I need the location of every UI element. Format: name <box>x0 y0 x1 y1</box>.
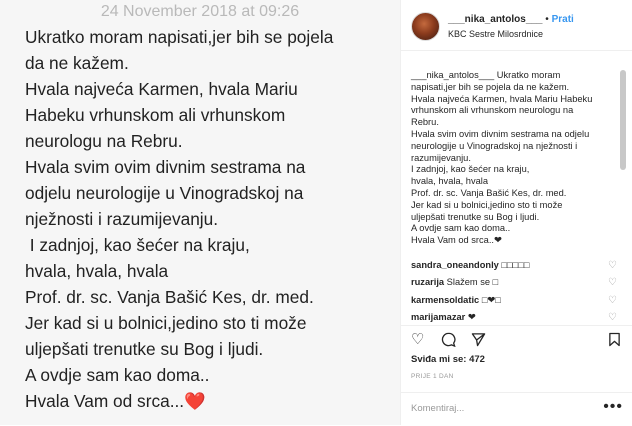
note-line: odjelu neurologije u Vinogradskoj na <box>25 183 304 203</box>
note-timestamp: 24 November 2018 at 09:26 <box>100 3 300 20</box>
note-line: nježnosti i razumijevanju. <box>25 209 219 229</box>
note-line: neurologu na Rebru. <box>25 131 183 151</box>
note-line: Hvala svim ovim divnim sestrama na <box>25 157 306 177</box>
note-line: uljepšati trenutke su Bog i ljudi. <box>25 339 264 359</box>
caption-line: Hvala svim ovim divnim sestrama na odjel… <box>411 128 590 139</box>
comment-text: □□□□□ <box>501 260 530 270</box>
note-line: Hvala Vam od srca... <box>25 391 185 411</box>
post-header: ___nika_antolos___ • Prati KBC Sestre Mi… <box>401 0 632 51</box>
comment-username[interactable]: sandra_oneandonly <box>411 260 499 270</box>
comment-row: sandra_oneandonly □□□□□ ♡ <box>411 260 623 277</box>
post-author: ___nika_antolos___ • Prati <box>448 14 574 25</box>
caption-line: Hvala najveća Karmen, hvala Mariu Habeku <box>411 93 593 104</box>
username-link[interactable]: ___nika_antolos___ <box>448 14 543 25</box>
separator-dot: • <box>545 14 549 25</box>
note-line: Prof. dr. sc. Vanja Bašić Kes, dr. med. <box>25 287 314 307</box>
heart-outline-icon[interactable]: ♡ <box>608 295 617 306</box>
heart-outline-icon[interactable]: ♡ <box>608 260 617 271</box>
heart-icon[interactable]: ♡ <box>411 332 424 347</box>
story-image: 24 November 2018 at 09:26 Ukratko moram … <box>0 0 400 425</box>
avatar[interactable] <box>411 12 440 41</box>
more-options-icon[interactable]: ••• <box>603 398 623 416</box>
comment-text: □❤□ <box>481 294 501 305</box>
comment-row: ruzarija Slažem se □ ♡ <box>411 277 623 294</box>
note-line: A ovdje sam kao doma.. <box>25 365 210 385</box>
likes-count[interactable]: Sviđa mi se: 472 <box>411 354 485 365</box>
caption-line: Prof. dr. sc. Vanja Bašić Kes, dr. med. <box>411 187 567 198</box>
comment-username[interactable]: marijamazar <box>411 312 465 322</box>
comment-row: karmensoldatic □❤□ ♡ <box>411 295 623 312</box>
caption-line: Hvala Vam od srca..❤ <box>411 235 502 246</box>
caption-line: A ovdje sam kao doma.. <box>411 223 511 234</box>
share-icon[interactable] <box>471 332 486 350</box>
heart-outline-icon[interactable]: ♡ <box>608 312 617 323</box>
caption-line: razumijevanju. <box>411 152 471 163</box>
caption-line: Rebru. <box>411 117 439 128</box>
note-line: I zadnjoj, kao šećer na kraju, <box>25 235 250 255</box>
post-panel: ___nika_antolos___ • Prati KBC Sestre Mi… <box>400 0 632 425</box>
caption-line: Jer kad si u bolnici,jedino sto ti može <box>411 199 563 210</box>
action-bar: ♡ <box>401 325 632 350</box>
comment-list: sandra_oneandonly □□□□□ ♡ ruzarija Slaže… <box>411 260 623 329</box>
note-line: da ne kažem. <box>25 53 129 73</box>
caption-line: hvala, hvala, hvala <box>411 176 489 187</box>
caption-line: I zadnjoj, kao šećer na kraju, <box>411 164 530 175</box>
heart-outline-icon[interactable]: ♡ <box>608 277 617 288</box>
comment-input[interactable]: Komentiraj... <box>411 403 464 414</box>
scrollbar[interactable] <box>620 70 626 170</box>
add-comment-bar: Komentiraj... ••• <box>401 392 632 426</box>
comment-text: Slažem se □ <box>446 277 499 288</box>
post-time: PRIJE 1 DAN <box>411 373 454 380</box>
note-text: Ukratko moram napisati,jer bih se pojela… <box>25 24 395 414</box>
note-line: hvala, hvala, hvala <box>25 261 169 281</box>
caption-line: uljepšati trenutke su Bog i ljudi. <box>411 211 540 222</box>
caption-line: neurologije u Vinogradskoj na nježnosti … <box>411 140 578 151</box>
caption: ___nika_antolos___ Ukratko moram napisat… <box>411 70 611 247</box>
location-link[interactable]: KBC Sestre Milosrdnice <box>448 29 543 39</box>
comment-text: ❤ <box>467 311 476 322</box>
follow-button[interactable]: Prati <box>552 14 574 25</box>
note-line: Ukratko moram napisati,jer bih se pojela <box>25 27 334 47</box>
caption-line: napisati,jer bih se pojela da ne kažem. <box>411 81 570 92</box>
comment-username[interactable]: ruzarija <box>411 277 444 287</box>
heart-emoji-icon: ❤️ <box>184 391 206 411</box>
bookmark-icon[interactable] <box>608 332 621 350</box>
note-line: Jer kad si u bolnici,jedino sto ti može <box>25 313 307 333</box>
note-line: Habeku vrhunskom ali vrhunskom <box>25 105 286 125</box>
note-line: Hvala najveća Karmen, hvala Mariu <box>25 79 298 99</box>
note-line-last: Hvala Vam od srca...❤️ <box>25 388 395 414</box>
caption-line: vrhunskom ali vrhunskom neurologu na <box>411 105 574 116</box>
comment-username[interactable]: karmensoldatic <box>411 295 479 305</box>
comment-icon[interactable] <box>441 332 456 350</box>
caption-line: ___nika_antolos___ Ukratko moram <box>411 70 561 80</box>
